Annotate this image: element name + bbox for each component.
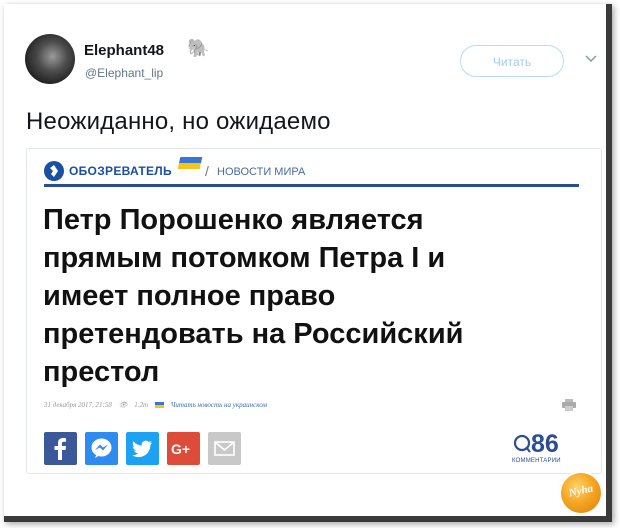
ukrainian-version-link[interactable]: Читать новость на украинском bbox=[171, 401, 267, 409]
google-plus-share-button[interactable]: G+ bbox=[167, 432, 200, 465]
headline-line: прямым потомком Петра I и bbox=[43, 242, 446, 274]
breadcrumb-separator: / bbox=[205, 163, 209, 179]
views-count: 1.2т bbox=[134, 401, 149, 409]
messenger-icon bbox=[91, 438, 112, 458]
tweet-text: Неожиданно, но ожидаемо bbox=[26, 108, 331, 135]
link-card[interactable]: ОБОЗРЕВАТЕЛЬ / НОВОСТИ МИРА Петр Порошен… bbox=[26, 148, 602, 474]
ukraine-flag-icon bbox=[154, 402, 164, 409]
elephant-icon: 🐘 bbox=[187, 38, 210, 58]
author-display-name[interactable]: Elephant48 bbox=[84, 42, 164, 59]
header-divider bbox=[44, 184, 579, 187]
svg-text:G+: G+ bbox=[171, 441, 190, 457]
twitter-share-button[interactable] bbox=[126, 432, 159, 465]
site-logo-icon bbox=[44, 161, 64, 181]
headline-line: претендовать на Российский bbox=[43, 318, 464, 350]
comment-icon[interactable] bbox=[513, 434, 531, 459]
author-handle[interactable]: @Elephant_lip bbox=[85, 66, 163, 80]
mail-share-button[interactable] bbox=[208, 432, 241, 465]
mail-icon bbox=[214, 441, 235, 456]
watermark-text: Nyha bbox=[567, 482, 595, 500]
chevron-down-icon[interactable] bbox=[584, 52, 598, 66]
headline-line: имеет полное право bbox=[43, 280, 336, 312]
views-icon: 👁 bbox=[118, 401, 128, 409]
watermark-logo: Nyha bbox=[561, 473, 601, 513]
article-date: 31 декабря 2017, 21:58 bbox=[44, 401, 112, 409]
headline-line: престол bbox=[43, 356, 160, 388]
breadcrumb-section[interactable]: НОВОСТИ МИРА bbox=[217, 166, 305, 178]
facebook-icon bbox=[54, 438, 66, 460]
comments-count[interactable]: 86 bbox=[531, 430, 559, 459]
follow-button[interactable]: Читать bbox=[460, 45, 564, 77]
avatar[interactable] bbox=[25, 34, 75, 84]
twitter-icon bbox=[132, 440, 152, 458]
messenger-share-button[interactable] bbox=[85, 432, 118, 465]
article-headline[interactable]: Петр Порошенко является прямым потомком … bbox=[43, 201, 563, 391]
comments-label[interactable]: КОММЕНТАРИИ bbox=[512, 458, 561, 464]
tweet-frame: Elephant48 🐘 @Elephant_lip Читать Неожид… bbox=[4, 4, 612, 522]
ukraine-flag-icon bbox=[177, 157, 203, 169]
google-plus-icon: G+ bbox=[171, 441, 190, 457]
headline-line: Петр Порошенко является bbox=[43, 204, 424, 236]
site-logo-text: ОБОЗРЕВАТЕЛЬ bbox=[69, 164, 172, 178]
facebook-share-button[interactable] bbox=[44, 432, 77, 465]
article-meta: 31 декабря 2017, 21:58 👁 1.2т Читать нов… bbox=[44, 401, 579, 409]
print-icon[interactable] bbox=[562, 398, 576, 411]
